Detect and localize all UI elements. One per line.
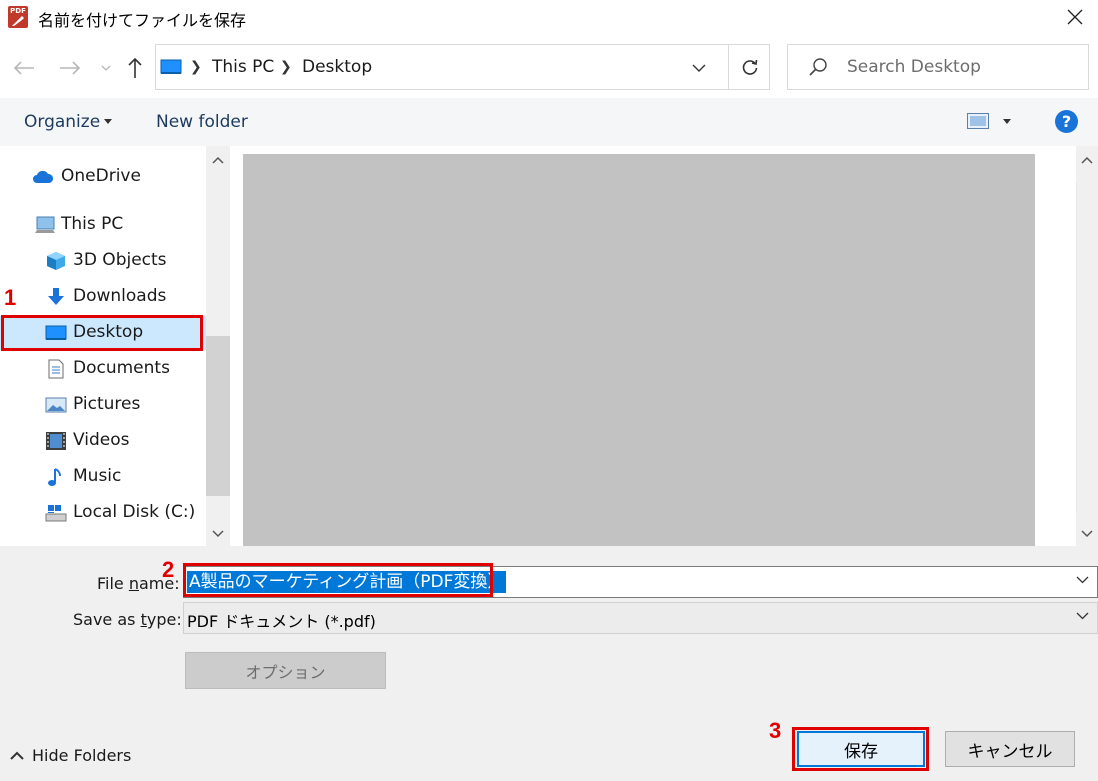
cloud-icon [33, 170, 54, 183]
scroll-up-button[interactable] [206, 148, 230, 172]
highlight-box-save [792, 727, 929, 771]
save-type-value: PDF ドキュメント (*.pdf) [187, 612, 376, 631]
scroll-down-button[interactable] [1076, 522, 1098, 546]
back-button[interactable] [12, 56, 36, 80]
command-bar: Organize New folder ? [0, 98, 1098, 146]
arrow-up-icon [128, 57, 142, 78]
step-marker-3: 3 [769, 718, 782, 743]
up-button[interactable] [123, 56, 147, 80]
film-icon [46, 432, 66, 450]
arrow-right-icon [60, 61, 81, 75]
picture-icon [45, 397, 67, 413]
nav-item-music[interactable]: Music [0, 460, 206, 494]
nav-item-downloads[interactable]: Downloads [0, 280, 206, 314]
close-icon [1067, 9, 1083, 25]
app-icon-text: PDF [10, 7, 26, 15]
organize-button[interactable]: Organize [24, 112, 100, 132]
close-button[interactable] [1052, 0, 1098, 34]
chevron-down-icon[interactable] [1076, 576, 1089, 584]
refresh-button[interactable] [728, 45, 770, 89]
address-dropdown-button[interactable] [688, 57, 710, 79]
scrollbar-thumb[interactable] [206, 336, 230, 496]
music-note-icon [48, 468, 61, 486]
step-marker-2: 2 [162, 557, 175, 582]
nav-item-3d-objects[interactable]: 3D Objects [0, 244, 206, 278]
file-list-scrollbar[interactable] [1076, 146, 1098, 546]
caret-down-icon[interactable] [1003, 119, 1011, 124]
nav-item-documents[interactable]: Documents [0, 352, 206, 386]
drive-icon [45, 505, 67, 522]
options-button[interactable]: オプション [185, 652, 386, 689]
save-type-select[interactable]: PDF ドキュメント (*.pdf) [183, 602, 1098, 634]
scroll-down-button[interactable] [206, 522, 230, 546]
breadcrumb-this-pc[interactable]: This PC [212, 57, 274, 77]
cancel-button[interactable]: キャンセル [945, 731, 1075, 767]
address-row: ❯ This PC ❯ Desktop Search Desktop [0, 36, 1098, 98]
cube-icon [47, 252, 65, 270]
forward-button[interactable] [58, 56, 82, 80]
desktop-icon [160, 59, 182, 74]
navigation-scrollbar[interactable] [206, 146, 230, 546]
new-folder-button[interactable]: New folder [156, 112, 248, 132]
chevron-down-icon [1081, 530, 1093, 538]
nav-item-local-disk[interactable]: Local Disk (C:) [0, 496, 206, 530]
chevron-down-icon [692, 64, 706, 72]
chevron-down-icon [101, 65, 111, 71]
computer-icon [35, 216, 55, 233]
nav-item-videos[interactable]: Videos [0, 424, 206, 458]
hide-folders-button[interactable]: Hide Folders [10, 743, 131, 767]
step-marker-1: 1 [4, 285, 17, 310]
breadcrumb-desktop[interactable]: Desktop [302, 57, 372, 77]
save-type-label: Save as type: [73, 610, 182, 629]
highlight-box-file-name [183, 563, 493, 597]
chevron-up-icon [212, 156, 224, 164]
chevron-down-icon[interactable] [1076, 612, 1089, 620]
title-bar: PDF 名前を付けてファイルを保存 [0, 0, 1098, 36]
document-icon [48, 359, 64, 379]
chevron-right-icon: ❯ [280, 59, 292, 75]
pdf-app-icon: PDF [8, 6, 28, 28]
arrow-left-icon [13, 61, 34, 75]
help-icon[interactable]: ? [1055, 110, 1078, 133]
file-list-overlay [243, 154, 1035, 546]
recent-locations-button[interactable] [94, 56, 118, 80]
refresh-icon [742, 59, 757, 75]
caret-down-icon [104, 119, 112, 124]
scrollbar-track[interactable] [1076, 182, 1098, 512]
window-title: 名前を付けてファイルを保存 [38, 11, 247, 30]
nav-item-pictures[interactable]: Pictures [0, 388, 206, 422]
search-icon [809, 58, 827, 76]
nav-item-onedrive[interactable]: OneDrive [0, 160, 206, 194]
chevron-up-icon [1081, 156, 1093, 164]
hide-folders-label: Hide Folders [32, 745, 132, 765]
nav-item-this-pc[interactable]: This PC [0, 208, 206, 242]
search-placeholder: Search Desktop [847, 57, 981, 77]
search-input[interactable]: Search Desktop [787, 44, 1089, 90]
chevron-up-icon [10, 751, 24, 760]
chevron-down-icon [212, 530, 224, 538]
download-arrow-icon [48, 288, 64, 305]
view-options-icon[interactable] [967, 113, 989, 129]
highlight-box-desktop [1, 315, 203, 351]
chevron-right-icon: ❯ [190, 59, 202, 75]
scroll-up-button[interactable] [1076, 148, 1098, 172]
address-bar[interactable]: ❯ This PC ❯ Desktop [155, 44, 770, 90]
